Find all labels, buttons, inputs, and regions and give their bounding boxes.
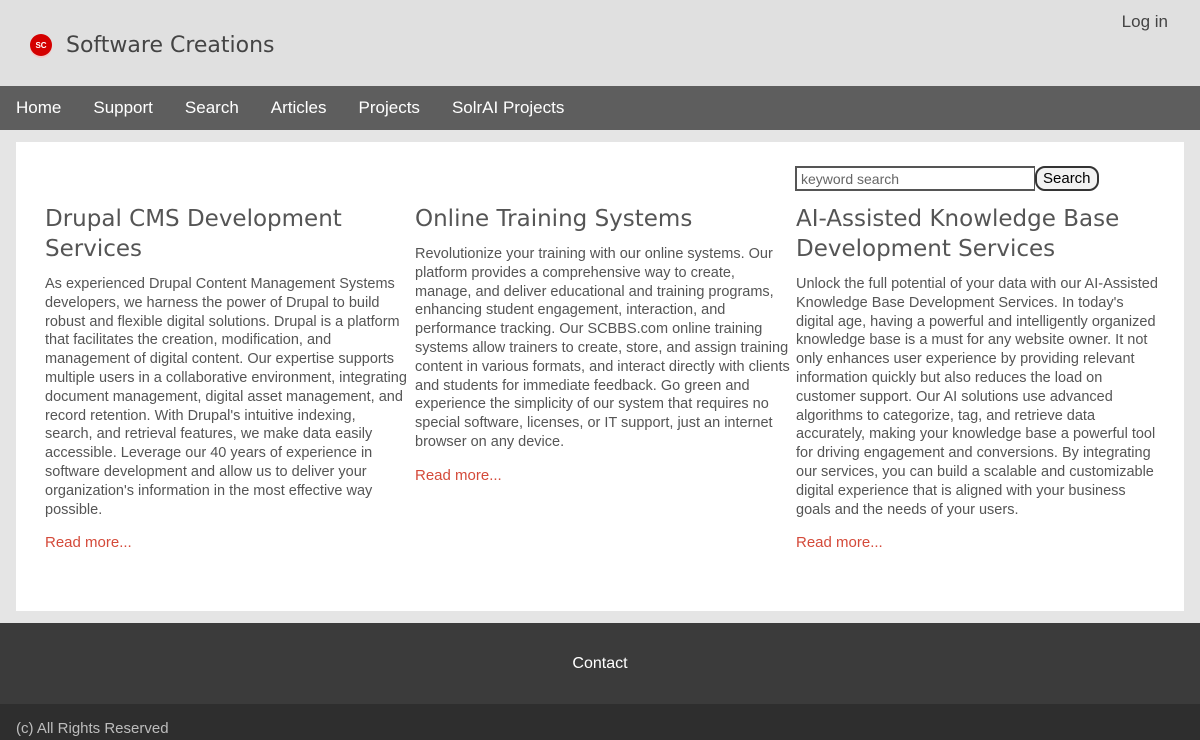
site-name[interactable]: Software Creations	[66, 33, 275, 58]
read-more-link[interactable]: Read more...	[45, 534, 132, 551]
service-column-drupal: Drupal CMS Development Services As exper…	[45, 204, 407, 552]
search-input[interactable]	[795, 166, 1035, 191]
nav-item-articles[interactable]: Articles	[271, 98, 327, 118]
main-nav: Home Support Search Articles Projects So…	[0, 86, 1200, 130]
service-column-online-training: Online Training Systems Revolutionize yo…	[415, 204, 790, 485]
service-title: AI-Assisted Knowledge Base Development S…	[796, 206, 1120, 262]
nav-item-projects[interactable]: Projects	[359, 98, 420, 118]
main-content: Search Drupal CMS Development Services A…	[16, 142, 1184, 611]
login-link[interactable]: Log in	[1122, 12, 1168, 32]
nav-item-home[interactable]: Home	[16, 98, 61, 118]
site-logo-icon[interactable]: SC	[30, 34, 52, 56]
nav-item-support[interactable]: Support	[93, 98, 153, 118]
site-header: SC Software Creations Log in	[0, 0, 1200, 86]
contact-link[interactable]: Contact	[572, 655, 627, 673]
read-more-link[interactable]: Read more...	[796, 534, 883, 551]
nav-item-solrai-projects[interactable]: SolrAI Projects	[452, 98, 564, 118]
service-description: Revolutionize your training with our onl…	[415, 246, 790, 450]
bottom-bar: (c) All Rights Reserved	[0, 704, 1200, 740]
service-title: Online Training Systems	[415, 206, 693, 232]
service-description: As experienced Drupal Content Management…	[45, 276, 407, 518]
service-description: Unlock the full potential of your data w…	[796, 276, 1158, 518]
site-footer: Contact	[0, 623, 1200, 704]
nav-item-search[interactable]: Search	[185, 98, 239, 118]
copyright-text: (c) All Rights Reserved	[16, 720, 169, 737]
read-more-link[interactable]: Read more...	[415, 467, 502, 484]
service-column-ai-knowledge-base: AI-Assisted Knowledge Base Development S…	[796, 204, 1161, 552]
search-form: Search	[795, 166, 1099, 191]
service-title: Drupal CMS Development Services	[45, 206, 342, 262]
search-button[interactable]: Search	[1035, 166, 1099, 191]
